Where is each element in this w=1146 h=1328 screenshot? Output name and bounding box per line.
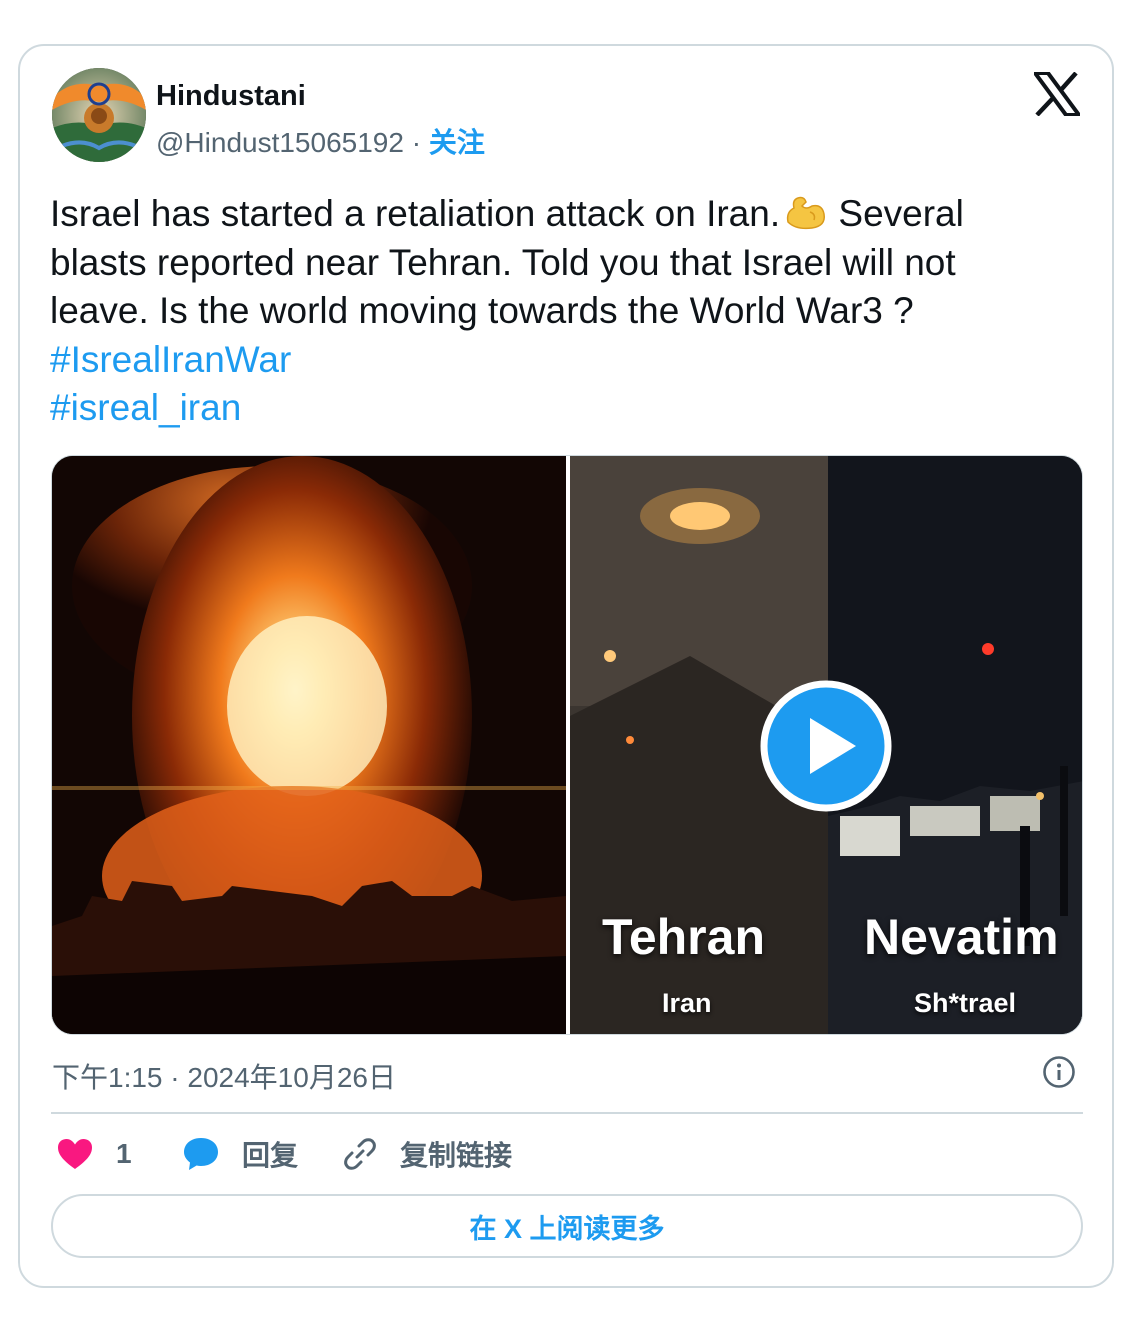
info-icon[interactable] (1042, 1055, 1076, 1089)
flexed-biceps-icon (787, 196, 826, 230)
author-handle[interactable]: @Hindust15065192 (156, 127, 404, 158)
author-name[interactable]: Hindustani (156, 80, 306, 113)
tweet-timestamp[interactable]: 下午1:15 · 2024年10月26日 (52, 1056, 396, 1096)
reply-button[interactable]: 回复 (182, 1132, 298, 1176)
link-icon (344, 1138, 376, 1170)
play-video-button[interactable] (760, 680, 892, 812)
tweet-line-2: blasts reported near Tehran. Told you th… (50, 241, 956, 283)
heart-icon (58, 1139, 92, 1169)
copy-link-button[interactable]: 复制链接 (342, 1132, 512, 1176)
caption-city-left: Tehran (602, 909, 765, 965)
copy-link-label: 复制链接 (400, 1140, 513, 1171)
like-count: 1 (116, 1138, 132, 1169)
tweet-text-part: Israel has started a retaliation attack … (50, 193, 781, 234)
tweet-media[interactable]: Tehran Iran Nevatim Sh*trael (51, 455, 1083, 1035)
x-logo-icon[interactable] (1034, 72, 1080, 116)
handle-separator: · (411, 127, 422, 158)
caption-city-right: Nevatim (864, 909, 1059, 965)
follow-link[interactable]: 关注 (429, 127, 485, 158)
explosion-image[interactable] (52, 456, 566, 1035)
read-more-on-x-button[interactable]: 在 X 上阅读更多 (51, 1194, 1083, 1258)
tweet-text: Israel has started a retaliation attack … (50, 190, 1050, 433)
avatar[interactable] (52, 68, 146, 162)
hashtag-link[interactable]: #IsrealIranWar (50, 336, 1050, 385)
caption-country-left: Iran (662, 988, 712, 1018)
author-handle-line: @Hindust15065192 · 关注 (156, 121, 485, 161)
divider (51, 1112, 1083, 1114)
tweet-line-1: Israel has started a retaliation attack … (50, 190, 1050, 239)
caption-country-right: Sh*trael (914, 988, 1017, 1018)
tweet-text-part: Several (828, 193, 964, 234)
hashtag-link[interactable]: #isreal_iran (50, 384, 1050, 433)
like-button[interactable]: 1 (56, 1132, 132, 1176)
reply-bubble-icon (184, 1138, 218, 1170)
tweet-line-3: leave. Is the world moving towards the W… (50, 290, 914, 331)
reply-label: 回复 (242, 1140, 299, 1171)
